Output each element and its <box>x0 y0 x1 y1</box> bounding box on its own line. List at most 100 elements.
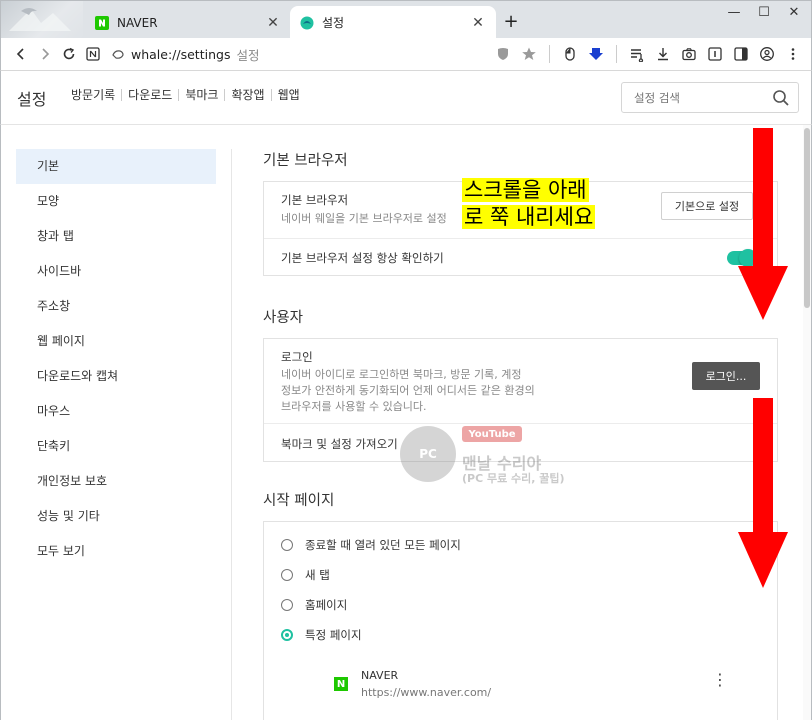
radio-button[interactable] <box>281 599 293 611</box>
sidebar-item-privacy[interactable]: 개인정보 보호 <box>16 464 216 499</box>
login-desc-2: 정보가 안전하게 동기화되어 언제 어디서든 같은 환경의 <box>281 384 535 397</box>
startup-option-new-tab[interactable]: 새 탭 <box>264 560 777 590</box>
close-icon[interactable]: ✕ <box>470 15 486 31</box>
red-arrow-down-icon <box>738 398 788 588</box>
forward-button[interactable] <box>33 42 57 66</box>
scroll-instruction-note: 스크롤을 아래 로 쭉 내리세요 <box>462 177 624 231</box>
sidebar-item-sidebar[interactable]: 사이드바 <box>16 254 216 289</box>
maximize-button[interactable]: ☐ <box>749 3 779 23</box>
startup-options: 종료할 때 열려 있던 모든 페이지 새 탭 홈페이지 특정 페이지 <box>264 522 777 650</box>
naver-square-icon <box>86 47 100 61</box>
login-row: 로그인 네이버 아이디로 로그인하면 북마크, 방문 기록, 계정 정보가 안전… <box>264 339 777 423</box>
always-check-label: 기본 브라우저 설정 항상 확인하기 <box>281 251 444 265</box>
downloads-button[interactable] <box>651 42 675 66</box>
bookmark-star-button[interactable] <box>517 42 541 66</box>
site-name: NAVER <box>361 669 399 682</box>
back-button[interactable] <box>9 42 33 66</box>
whale-logo-area <box>1 1 83 39</box>
nav-webapps[interactable]: 웹앱 <box>272 89 306 101</box>
note-line-2: 로 쭉 내리세요 <box>462 205 596 229</box>
browser-toolbar: whale://settings 설정 <box>0 38 812 71</box>
login-button[interactable]: 로그인... <box>692 362 760 390</box>
mouse-icon <box>565 47 575 61</box>
reload-icon <box>63 47 75 60</box>
menu-button[interactable] <box>781 42 805 66</box>
radio-button[interactable] <box>281 539 293 551</box>
sidebar-toggle-button[interactable] <box>729 42 753 66</box>
profile-button[interactable] <box>755 42 779 66</box>
sidebar-icon <box>734 47 748 61</box>
nav-bookmarks[interactable]: 북마크 <box>179 89 226 101</box>
section-title-user: 사용자 <box>263 310 304 326</box>
chevron-right-icon <box>42 48 50 60</box>
sidebar-divider <box>231 149 232 720</box>
reload-button[interactable] <box>57 42 81 66</box>
tab-title: 설정 <box>322 16 345 30</box>
startup-card: 종료할 때 열려 있던 모든 페이지 새 탭 홈페이지 특정 페이지 N NAV… <box>263 521 778 720</box>
address-field[interactable]: whale://settings 설정 <box>111 45 259 64</box>
sidebar-item-windows-tabs[interactable]: 창과 탭 <box>16 219 216 254</box>
info-box-icon <box>708 47 722 61</box>
search-icon[interactable] <box>772 89 790 107</box>
sidebar-item-address-bar[interactable]: 주소창 <box>16 289 216 324</box>
sidebar-item-show-all[interactable]: 모두 보기 <box>16 534 216 569</box>
whale-outline-icon <box>112 50 124 59</box>
nav-history[interactable]: 방문기록 <box>71 89 123 101</box>
login-desc-1: 네이버 아이디로 로그인하면 북마크, 방문 기록, 계정 <box>281 368 522 381</box>
camera-icon <box>682 48 696 61</box>
startup-site-entry: N NAVER https://www.naver.com/ ⋮ <box>334 662 744 712</box>
settings-quick-nav: 방문기록 다운로드 북마크 확장앱 웹앱 <box>71 89 306 101</box>
capture-button[interactable] <box>677 42 701 66</box>
section-title-default-browser: 기본 브라우저 <box>263 153 348 169</box>
window-close-button[interactable]: ✕ <box>779 3 809 23</box>
url-text: whale://settings <box>131 46 231 62</box>
tab-settings[interactable]: 설정 ✕ <box>290 6 496 39</box>
sidebar-item-web-page[interactable]: 웹 페이지 <box>16 324 216 359</box>
login-label: 로그인 <box>281 350 313 364</box>
settings-search[interactable] <box>621 82 799 113</box>
nav-extensions[interactable]: 확장앱 <box>225 89 272 101</box>
user-circle-icon <box>760 47 774 61</box>
tab-strip: NAVER ✕ 설정 ✕ + — ☐ ✕ <box>0 0 812 39</box>
nav-downloads[interactable]: 다운로드 <box>122 89 180 101</box>
search-input[interactable] <box>634 90 764 105</box>
startup-option-specific[interactable]: 특정 페이지 <box>264 620 777 650</box>
scrollbar-thumb[interactable] <box>804 128 810 308</box>
star-icon <box>522 47 536 60</box>
option-label: 새 탭 <box>305 568 330 582</box>
radio-button-selected[interactable] <box>281 629 293 641</box>
close-icon[interactable]: ✕ <box>265 15 281 31</box>
toolbar-divider <box>616 45 617 63</box>
whale-icon <box>300 16 314 30</box>
sidebar-item-appearance[interactable]: 모양 <box>16 184 216 219</box>
sidebar-item-mouse[interactable]: 마우스 <box>16 394 216 429</box>
option-label: 홈페이지 <box>305 598 348 612</box>
sidebar-item-download-capture[interactable]: 다운로드와 캡쳐 <box>16 359 216 394</box>
radio-button[interactable] <box>281 569 293 581</box>
minimize-button[interactable]: — <box>719 3 749 23</box>
startup-option-restore[interactable]: 종료할 때 열려 있던 모든 페이지 <box>264 530 777 560</box>
naver-home-button[interactable] <box>81 42 105 66</box>
startup-option-homepage[interactable]: 홈페이지 <box>264 590 777 620</box>
tab-naver[interactable]: NAVER ✕ <box>85 6 291 39</box>
toolbar-divider <box>549 45 550 63</box>
watermark-badge: PC <box>400 426 456 482</box>
site-more-button[interactable]: ⋮ <box>712 672 728 688</box>
watermark-sub: (PC 무료 수리, 꿀팁) <box>462 472 565 485</box>
download-status-button[interactable] <box>584 42 608 66</box>
scrollbar[interactable] <box>803 125 811 720</box>
new-tab-button[interactable]: + <box>501 12 521 32</box>
shield-icon <box>498 48 508 60</box>
shield-button[interactable] <box>491 42 515 66</box>
site-url: https://www.naver.com/ <box>361 686 492 699</box>
youtube-logo-icon: YouTube <box>462 426 522 442</box>
sidebar-item-performance[interactable]: 성능 및 기타 <box>16 499 216 534</box>
reader-button[interactable] <box>703 42 727 66</box>
sidebar-item-shortcuts[interactable]: 단축키 <box>16 429 216 464</box>
sidebar-item-basic[interactable]: 기본 <box>16 149 216 184</box>
download-icon <box>658 48 668 61</box>
kebab-menu-icon <box>791 48 795 60</box>
settings-sidebar: 기본 모양 창과 탭 사이드바 주소창 웹 페이지 다운로드와 캡쳐 마우스 단… <box>16 149 216 569</box>
mouse-gesture-button[interactable] <box>558 42 582 66</box>
playlist-button[interactable] <box>625 42 649 66</box>
